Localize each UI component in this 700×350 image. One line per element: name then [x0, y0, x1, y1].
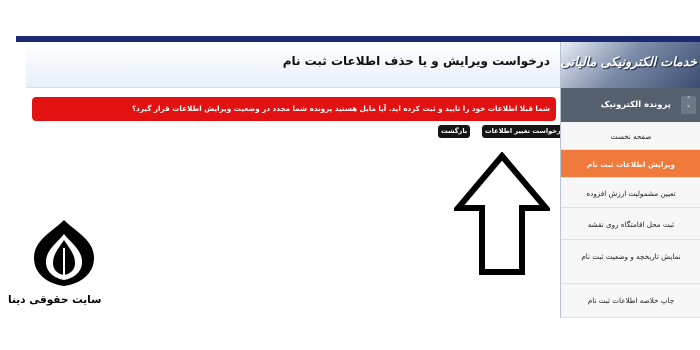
bottom-frame — [0, 318, 700, 350]
sidebar-item-registration-history[interactable]: نمایش تاریخچه و وضعیت ثبت نام — [561, 240, 700, 284]
section-label: پرونده الکترونیک — [600, 100, 671, 110]
top-frame — [0, 0, 700, 36]
pen-nib-logo-icon — [34, 220, 94, 286]
watermark-logo: سایت حقوقی دینا — [0, 218, 128, 318]
up-arrow-pointer-icon — [454, 152, 550, 275]
sidebar-item-map-location[interactable]: ثبت محل اقامتگاه روی نقشه — [561, 208, 700, 240]
collapse-toggle-icon[interactable]: ˄ ˅ — [681, 96, 696, 114]
back-button[interactable]: بازگشت — [438, 125, 471, 138]
service-banner: خدمات الکترونیکی مالیاتی — [560, 42, 700, 88]
confirmation-alert: شما قبلا اطلاعات خود را تایید و ثبت کرده… — [32, 97, 556, 121]
sidebar-item-edit-registration[interactable]: ویرایش اطلاعات ثبت نام — [561, 150, 700, 178]
sidebar-item-home[interactable]: صفحه نخست — [561, 122, 700, 150]
request-change-button[interactable]: درخواست تغییر اطلاعات — [482, 125, 568, 138]
sidebar-item-vat-eligibility[interactable]: تعیین مشمولیت ارزش افزوده — [561, 178, 700, 208]
sidebar-section-header[interactable]: پرونده الکترونیک ˄ ˅ — [561, 88, 700, 122]
sidebar: خدمات الکترونیکی مالیاتی پرونده الکترونی… — [560, 42, 700, 318]
sidebar-item-print-summary[interactable]: چاپ خلاصه اطلاعات ثبت نام — [561, 284, 700, 318]
banner-title: خدمات الکترونیکی مالیاتی — [560, 54, 697, 69]
watermark-site-name: سایت حقوقی دینا — [8, 294, 102, 306]
page-header: درخواست ویرایش و یا حذف اطلاعات ثبت نام — [26, 42, 560, 88]
page-title: درخواست ویرایش و یا حذف اطلاعات ثبت نام — [282, 54, 550, 68]
